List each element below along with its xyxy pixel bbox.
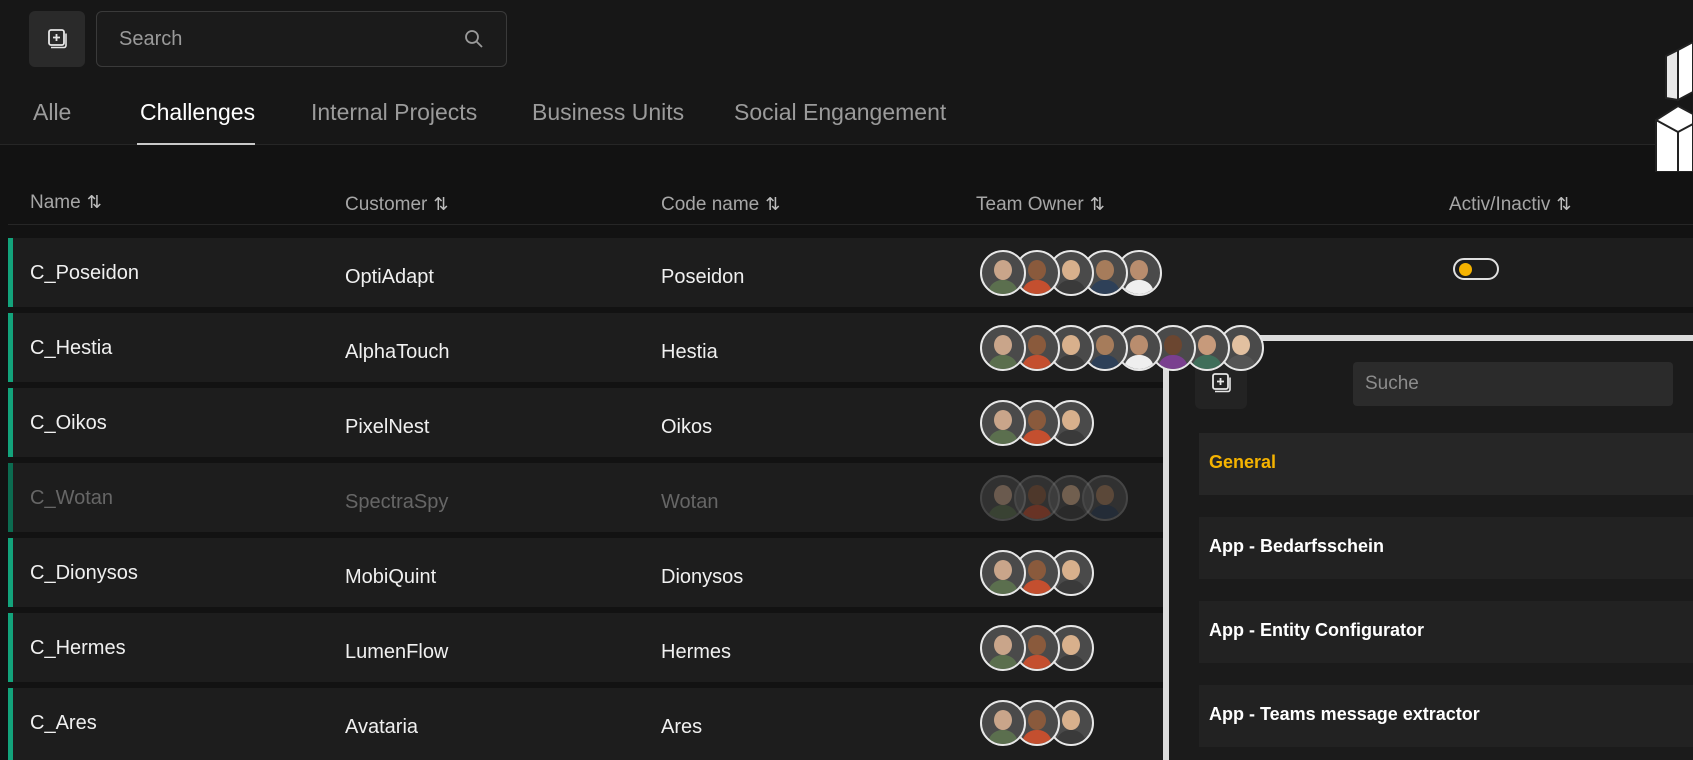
- cell-customer: PixelNest: [345, 416, 430, 438]
- column-header-name[interactable]: Name ⇅: [30, 192, 102, 214]
- sort-arrows-icon[interactable]: ⇅: [1556, 194, 1571, 214]
- cell-code-name: Ares: [661, 716, 703, 738]
- cell-name: C_Dionysos: [30, 562, 138, 584]
- cell-code-name: Oikos: [661, 416, 713, 438]
- avatar[interactable]: [980, 250, 1026, 296]
- column-header-team-owner[interactable]: Team Owner ⇅: [976, 194, 1105, 216]
- column-header-code-name[interactable]: Code name ⇅: [661, 194, 780, 216]
- column-header-active[interactable]: Activ/Inactiv ⇅: [1449, 194, 1571, 216]
- avatar[interactable]: [980, 475, 1026, 521]
- column-header-customer[interactable]: Customer ⇅: [345, 194, 448, 216]
- cell-code-name: Wotan: [661, 491, 719, 513]
- tab-challenges[interactable]: Challenges: [140, 99, 255, 126]
- cell-name: C_Ares: [30, 712, 97, 734]
- cell-code-name: Poseidon: [661, 266, 745, 288]
- sort-arrows-icon[interactable]: ⇅: [765, 194, 780, 214]
- panel-search-box[interactable]: [1353, 362, 1673, 406]
- cell-customer: AlphaTouch: [345, 341, 450, 363]
- avatar[interactable]: [980, 325, 1026, 371]
- add-square-icon: [48, 29, 67, 49]
- panel-search-input[interactable]: [1353, 362, 1673, 406]
- cell-code-name: Hermes: [661, 641, 732, 663]
- panel-item-bedarfsschein[interactable]: App - Bedarfsschein: [1199, 517, 1693, 579]
- top-toolbar: [0, 0, 1693, 75]
- cell-code-name: Dionysos: [661, 566, 744, 588]
- sort-arrows-icon[interactable]: ⇅: [433, 194, 448, 214]
- sort-arrows-icon[interactable]: ⇅: [87, 192, 102, 212]
- table-header: Name ⇅ Customer ⇅ Code name ⇅ Team Owner ⇅ A…: [8, 180, 1693, 225]
- avatar[interactable]: [980, 700, 1026, 746]
- cell-name: C_Poseidon: [30, 262, 139, 284]
- cell-name: C_Hermes: [30, 637, 126, 659]
- add-square-icon: [1212, 373, 1231, 393]
- cell-name: C_Hestia: [30, 337, 113, 359]
- panel-item-teams-message-extractor[interactable]: App - Teams message extractor: [1199, 685, 1693, 747]
- panel-item-general[interactable]: General: [1199, 433, 1693, 495]
- active-toggle[interactable]: [1453, 258, 1499, 280]
- cell-name: C_Wotan: [30, 487, 114, 509]
- search-icon[interactable]: [464, 29, 484, 49]
- tab-alle[interactable]: Alle: [33, 99, 71, 126]
- cell-customer: Avataria: [345, 716, 419, 738]
- avatar[interactable]: [980, 550, 1026, 596]
- active-tab-indicator: [137, 143, 255, 145]
- toggle-knob: [1459, 263, 1472, 276]
- cell-customer: SpectraSpy: [345, 491, 449, 513]
- tab-business-units[interactable]: Business Units: [532, 99, 684, 126]
- table-row[interactable]: C_Poseidon OptiAdapt Poseidon: [8, 238, 1693, 307]
- category-tabs: Alle Challenges Internal Projects Busine…: [0, 75, 1693, 145]
- cell-customer: LumenFlow: [345, 641, 449, 663]
- avatar[interactable]: [980, 400, 1026, 446]
- sort-arrows-icon[interactable]: ⇅: [1090, 194, 1105, 214]
- category-selector-panel: General App - Bedarfsschein App - Entity…: [1163, 335, 1693, 760]
- cell-customer: OptiAdapt: [345, 266, 434, 288]
- new-item-button[interactable]: [29, 11, 85, 67]
- cell-name: C_Oikos: [30, 412, 107, 434]
- search-input[interactable]: [97, 12, 506, 66]
- cube-logo-icon: [1655, 42, 1693, 172]
- tab-internal-projects[interactable]: Internal Projects: [311, 99, 477, 126]
- search-box[interactable]: [96, 11, 507, 67]
- cell-code-name: Hestia: [661, 341, 718, 363]
- cell-customer: MobiQuint: [345, 566, 437, 588]
- avatar[interactable]: [980, 625, 1026, 671]
- tab-social-engangement[interactable]: Social Engangement: [734, 99, 946, 126]
- panel-item-entity-configurator[interactable]: App - Entity Configurator: [1199, 601, 1693, 663]
